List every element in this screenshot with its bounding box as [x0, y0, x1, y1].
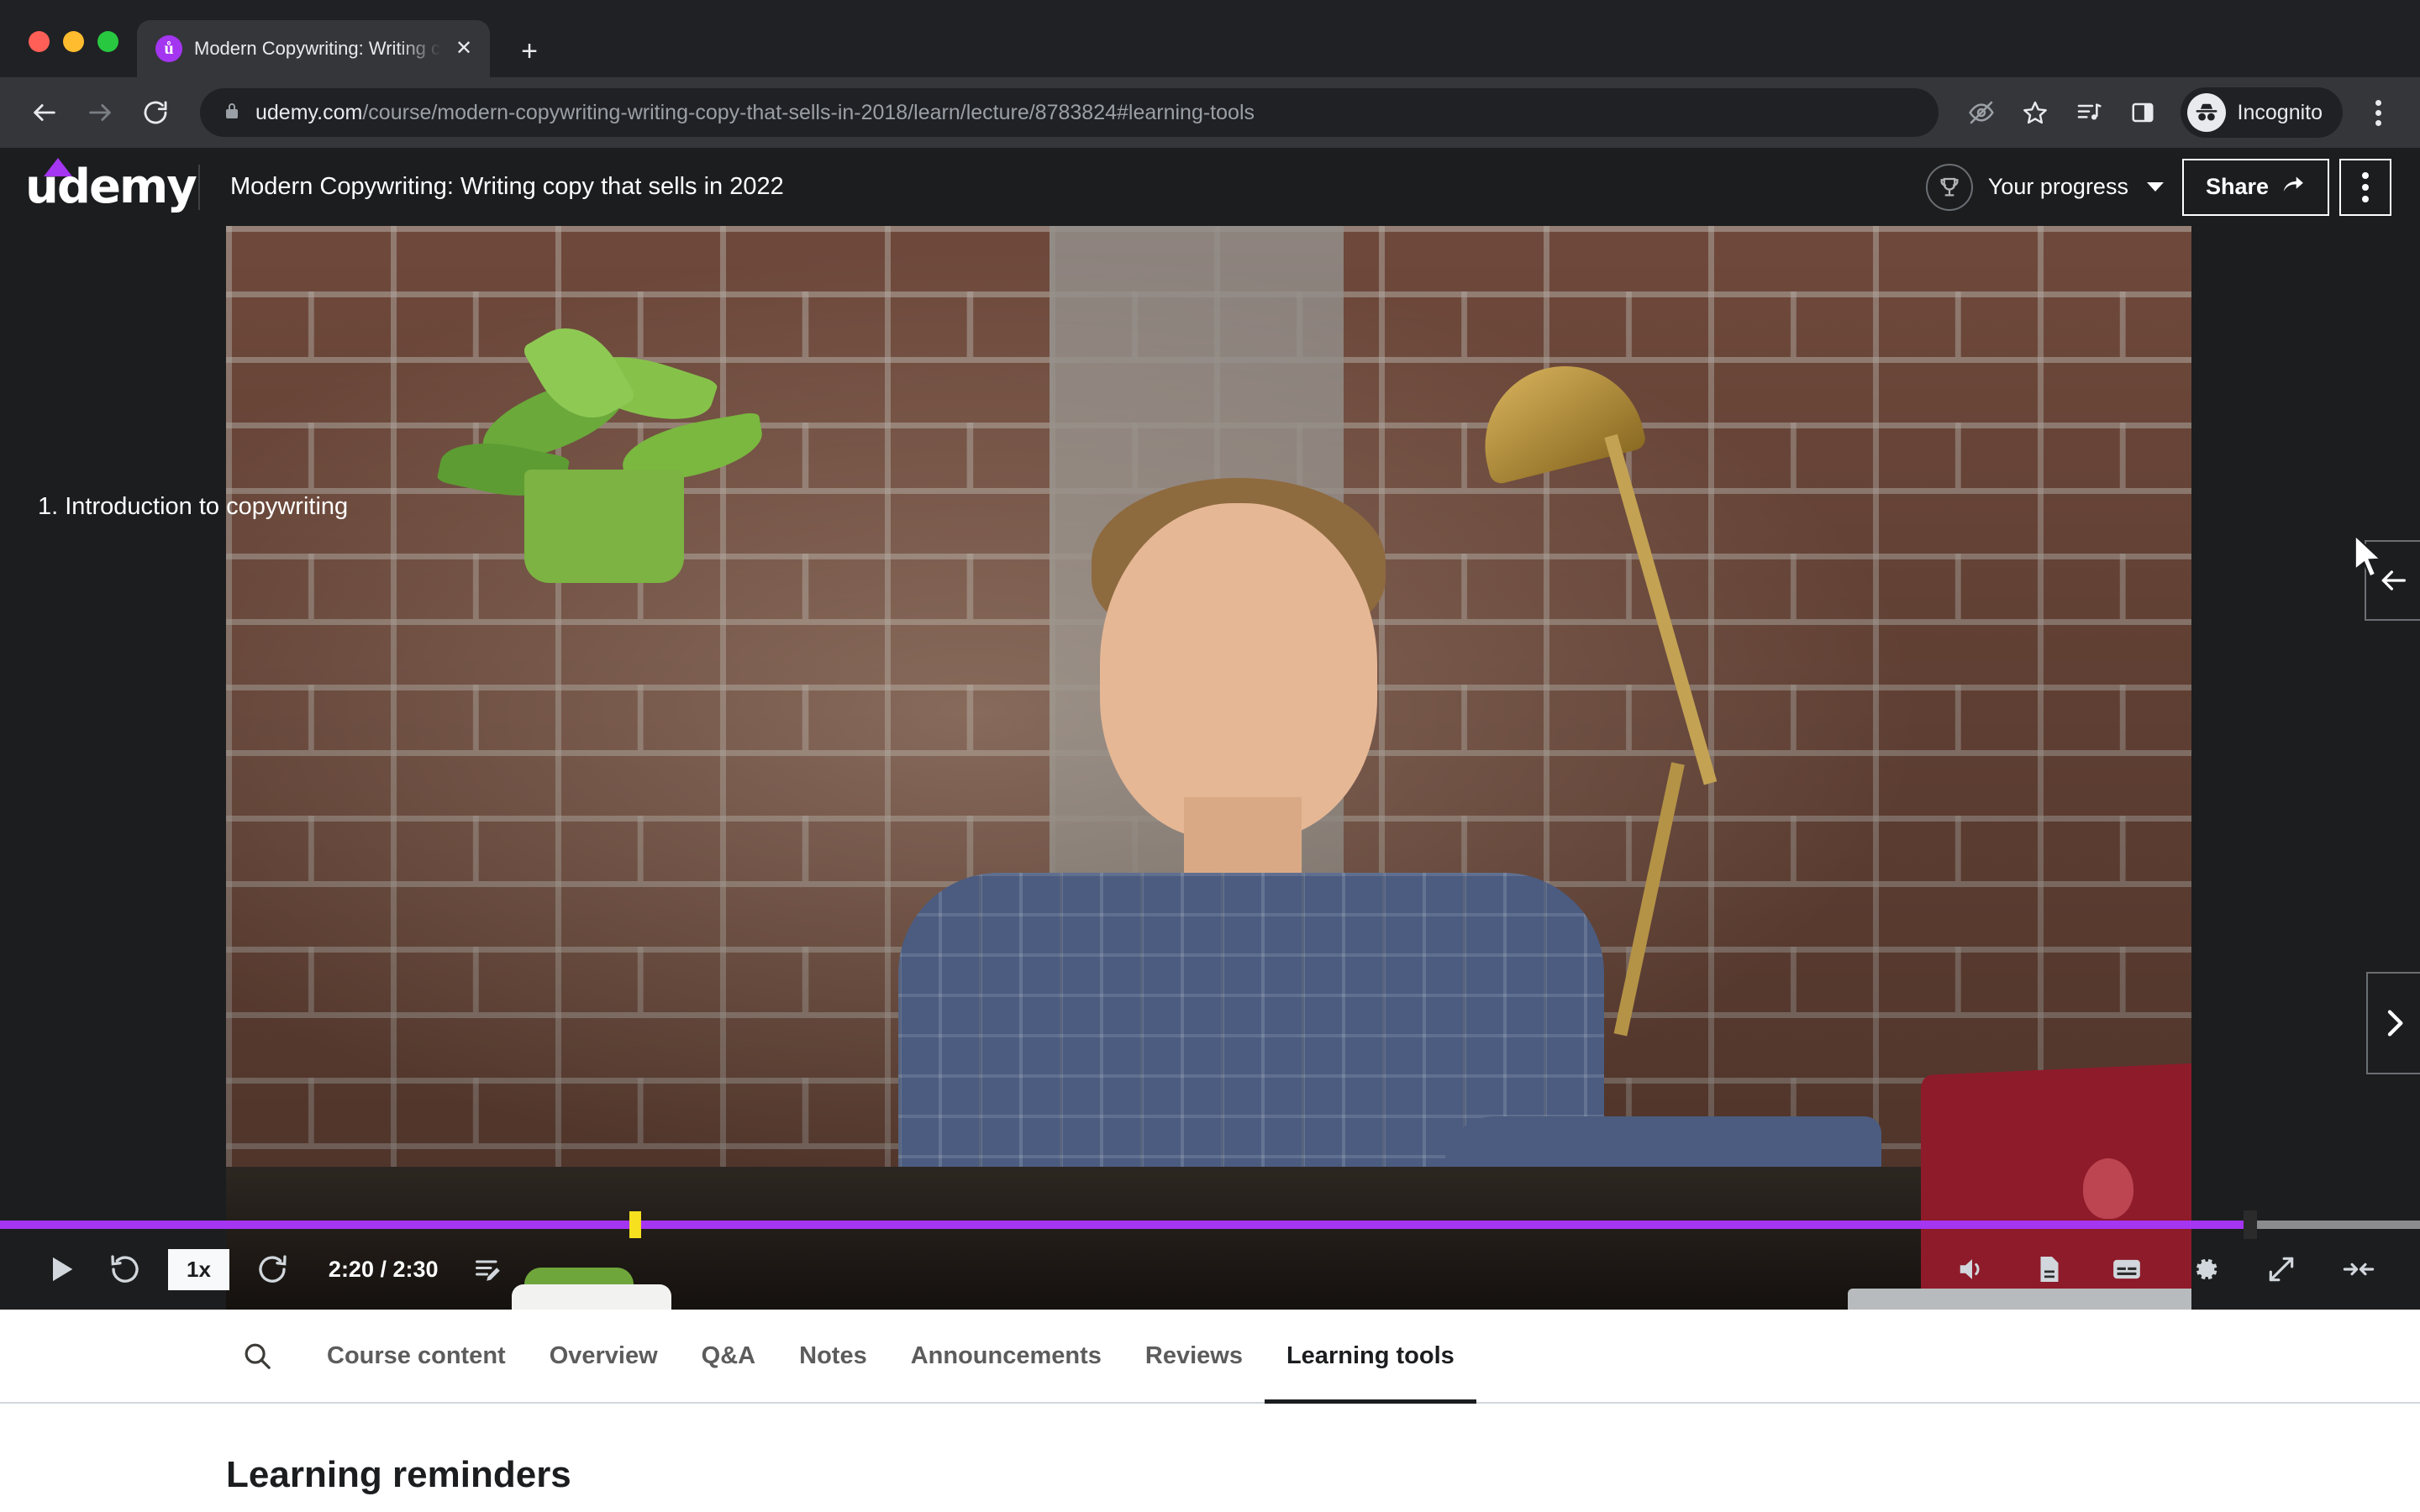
udemy-logo-caret-icon — [44, 157, 72, 176]
video-scrubber[interactable] — [0, 1210, 2420, 1239]
share-label: Share — [2205, 174, 2269, 199]
search-icon[interactable] — [226, 1325, 288, 1387]
incognito-profile-button[interactable]: Incognito — [2180, 87, 2343, 138]
course-title: Modern Copywriting: Writing copy that se… — [230, 173, 784, 200]
back-icon[interactable] — [18, 87, 71, 139]
url-host: udemy.com — [255, 100, 363, 124]
udemy-page: udemy Modern Copywriting: Writing copy t… — [0, 148, 2420, 1512]
browser-toolbar: udemy.com/course/modern-copywriting-writ… — [0, 77, 2420, 148]
video-frame: Case studies — [226, 226, 2191, 1310]
your-progress-button[interactable]: Your progress — [1925, 163, 2164, 211]
course-content-panel: Course content Overview Q&A Notes Announ… — [0, 1310, 2420, 1512]
header-divider — [198, 164, 200, 210]
window-traffic-lights — [24, 31, 137, 77]
incognito-label: Incognito — [2237, 100, 2323, 124]
tab-overview[interactable]: Overview — [528, 1310, 680, 1402]
address-bar-url: udemy.com/course/modern-copywriting-writ… — [255, 101, 1255, 125]
browser-tab[interactable]: ů Modern Copywriting: Writing c ✕ — [137, 20, 490, 77]
transcript-icon[interactable] — [2020, 1240, 2079, 1299]
plant-pot — [524, 470, 684, 583]
tab-announcements[interactable]: Announcements — [889, 1310, 1123, 1402]
tab-qa[interactable]: Q&A — [680, 1310, 777, 1402]
close-tab-icon[interactable]: ✕ — [453, 39, 475, 59]
incognito-icon — [2186, 93, 2226, 132]
video-controls-left: 1x 2:20 / 2:30 — [32, 1240, 518, 1299]
forward-5-icon[interactable] — [243, 1240, 302, 1299]
video-controls-right — [1943, 1240, 2388, 1299]
new-tab-button[interactable]: + — [510, 37, 549, 66]
collapse-icon[interactable] — [2329, 1240, 2388, 1299]
maximize-window-button[interactable] — [97, 31, 118, 52]
browser-tab-title: Modern Copywriting: Writing c — [194, 38, 441, 59]
section-heading: Learning reminders — [226, 1454, 571, 1495]
mouse-cursor — [2351, 533, 2386, 585]
tab-notes[interactable]: Notes — [777, 1310, 889, 1402]
toolbar-icons: Incognito — [1957, 87, 2402, 139]
video-controls: 1x 2:20 / 2:30 — [0, 1210, 2420, 1310]
udemy-header: udemy Modern Copywriting: Writing copy t… — [0, 148, 2420, 226]
side-panel-icon[interactable] — [2118, 88, 2167, 137]
udemy-logo[interactable]: udemy — [25, 157, 197, 213]
your-progress-label: Your progress — [1987, 174, 2128, 199]
udemy-favicon: ů — [155, 35, 182, 62]
address-bar[interactable]: udemy.com/course/modern-copywriting-writ… — [200, 88, 1939, 137]
chevron-down-icon — [2146, 182, 2164, 192]
rewind-5-icon[interactable] — [96, 1240, 155, 1299]
playback-speed-button[interactable]: 1x — [168, 1248, 229, 1290]
video-player[interactable]: Case studies 1. Introduction to copywrit… — [0, 226, 2420, 1310]
presenter-head — [1100, 503, 1377, 839]
close-window-button[interactable] — [29, 31, 50, 52]
share-button[interactable]: Share — [2181, 158, 2329, 216]
chrome-menu-icon[interactable] — [2354, 87, 2402, 139]
more-options-icon[interactable] — [2339, 158, 2391, 216]
add-note-icon[interactable] — [459, 1240, 518, 1299]
lock-icon — [222, 101, 242, 125]
lecture-title: 1. Introduction to copywriting — [38, 493, 349, 520]
settings-gear-icon[interactable] — [2175, 1240, 2233, 1299]
fullscreen-icon[interactable] — [2252, 1240, 2311, 1299]
learning-tools-section: Learning reminders — [0, 1404, 2420, 1496]
video-scrub-handle[interactable] — [2244, 1210, 2258, 1239]
forward-icon — [74, 87, 126, 139]
star-icon[interactable] — [2011, 88, 2060, 137]
browser-window: ů Modern Copywriting: Writing c ✕ + udem… — [0, 0, 2420, 1512]
next-lecture-button[interactable] — [2366, 972, 2420, 1074]
eye-slash-icon[interactable] — [1957, 88, 2006, 137]
volume-icon[interactable] — [1943, 1240, 2002, 1299]
captions-icon[interactable] — [2097, 1240, 2156, 1299]
tab-course-content[interactable]: Course content — [305, 1310, 528, 1402]
video-progress-fill — [0, 1221, 2251, 1229]
media-controls-icon[interactable] — [2065, 88, 2113, 137]
minimize-window-button[interactable] — [63, 31, 84, 52]
play-icon[interactable] — [32, 1240, 91, 1299]
course-tabs: Course content Overview Q&A Notes Announ… — [0, 1310, 2420, 1404]
url-path: /course/modern-copywriting-writing-copy-… — [362, 100, 1255, 124]
tab-reviews[interactable]: Reviews — [1123, 1310, 1265, 1402]
video-control-row: 1x 2:20 / 2:30 — [0, 1229, 2420, 1310]
reload-icon[interactable] — [129, 87, 182, 139]
laptop-logo — [2083, 1158, 2133, 1219]
browser-tabstrip: ů Modern Copywriting: Writing c ✕ + — [0, 0, 2420, 77]
note-marker[interactable] — [629, 1211, 641, 1238]
video-time-display: 2:20 / 2:30 — [328, 1256, 439, 1282]
share-arrow-icon — [2281, 171, 2306, 202]
trophy-icon — [1925, 163, 1973, 211]
tab-learning-tools[interactable]: Learning tools — [1264, 1310, 1476, 1404]
